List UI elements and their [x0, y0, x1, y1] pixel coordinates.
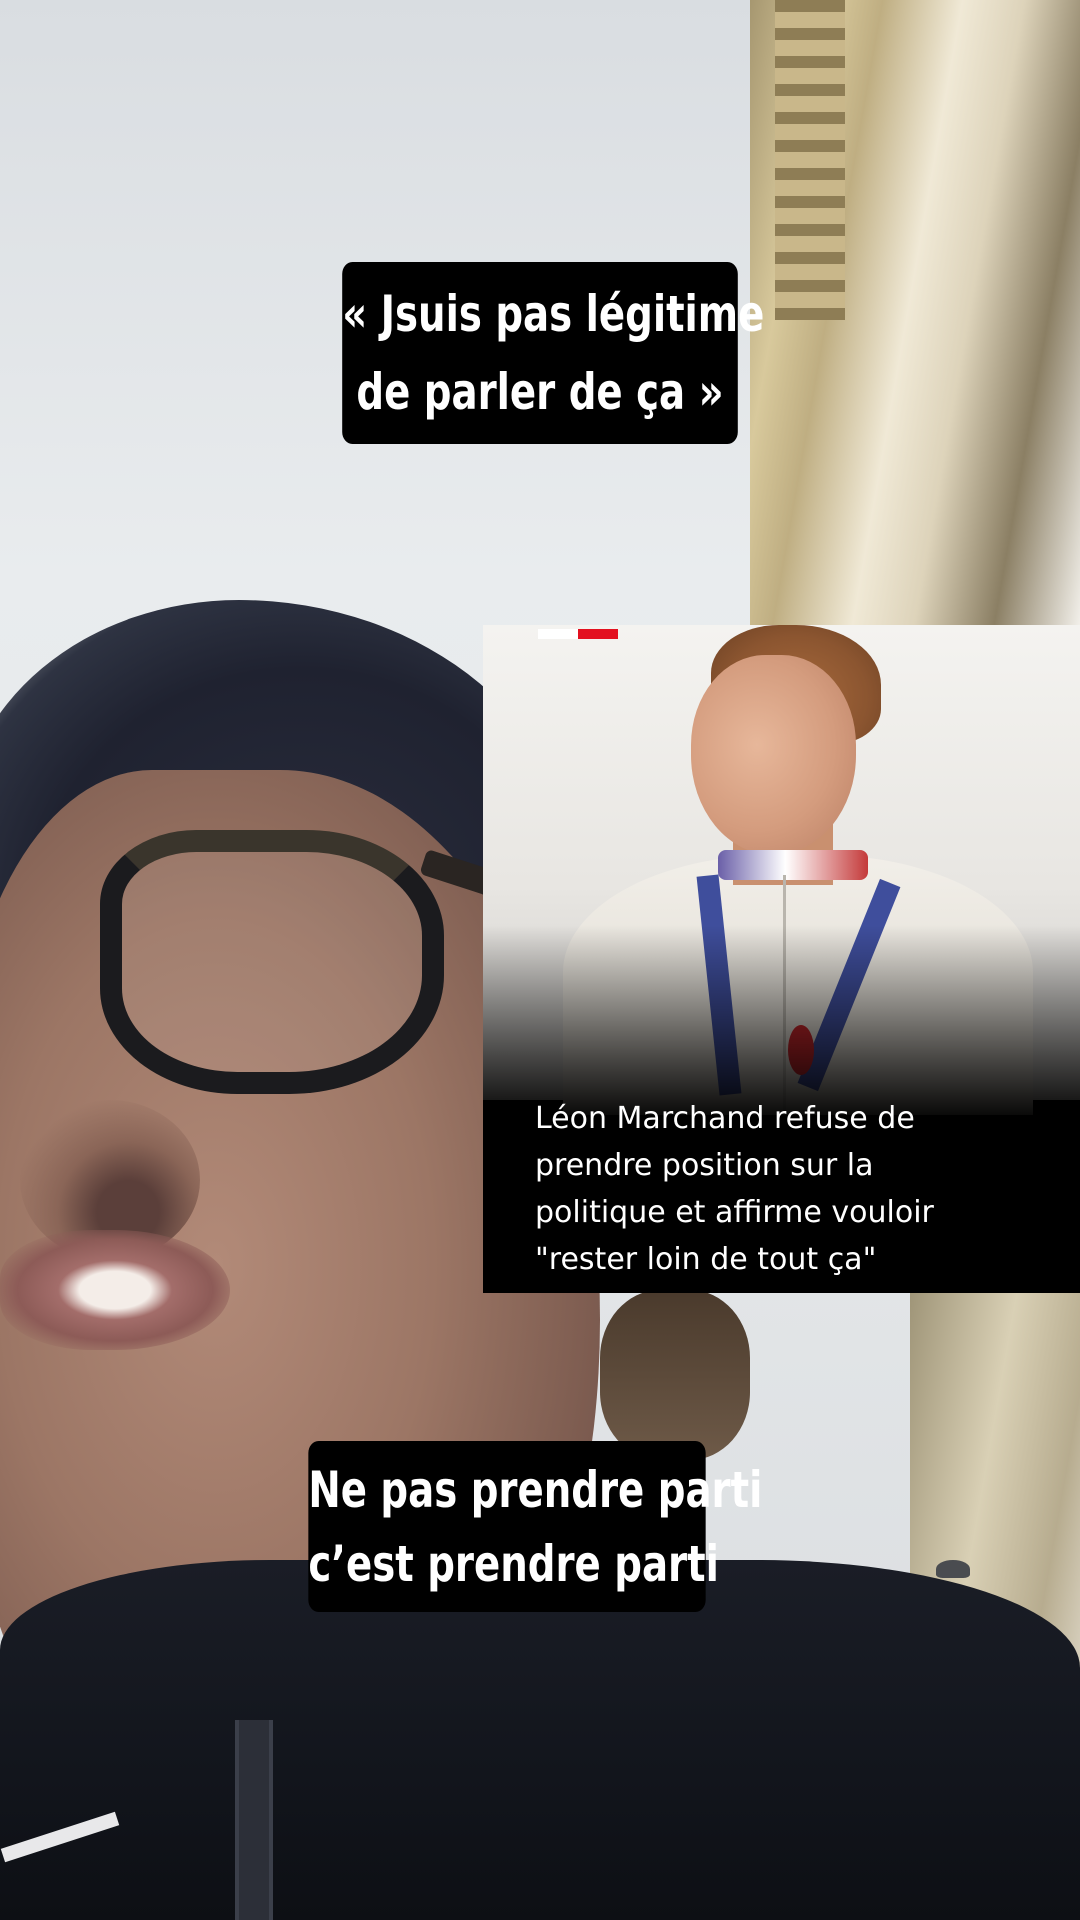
flag-red [578, 629, 618, 639]
flag-stripe [538, 629, 618, 639]
glasses-lens [100, 830, 444, 1094]
speaker-hair-back [600, 1290, 750, 1460]
building-cornice [775, 0, 845, 320]
speaker-jacket [0, 1560, 1080, 1920]
headline-line-2: prendre position sur la [535, 1148, 874, 1183]
jacket-zipper [235, 1720, 273, 1920]
speaker-glasses [40, 830, 561, 1094]
street-lamp [936, 1560, 970, 1578]
caption-bottom-line-2: c’est prendre parti [308, 1534, 719, 1593]
jacket-collar [718, 850, 868, 880]
news-screenshot-card: Léon Marchand refuse de prendre position… [483, 625, 1080, 1293]
athlete-head [691, 655, 856, 855]
caption-top: « Jsuis pas légitime de parler de ça » [342, 262, 765, 444]
flag-white [538, 629, 578, 639]
headline-line-3: politique et affirme vouloir [535, 1195, 934, 1230]
caption-top-line-2: de parler de ça » [356, 363, 724, 421]
caption-top-line-1: « Jsuis pas légitime [342, 285, 765, 343]
caption-bottom-line-1: Ne pas prendre parti [308, 1460, 763, 1519]
headline-line-4: "rester loin de tout ça" [535, 1242, 877, 1277]
headline-line-1: Léon Marchand refuse de [535, 1101, 915, 1136]
caption-bottom: Ne pas prendre parti c’est prendre parti [308, 1441, 763, 1612]
news-headline: Léon Marchand refuse de prendre position… [535, 1095, 1065, 1283]
speaker-mouth [0, 1230, 230, 1350]
